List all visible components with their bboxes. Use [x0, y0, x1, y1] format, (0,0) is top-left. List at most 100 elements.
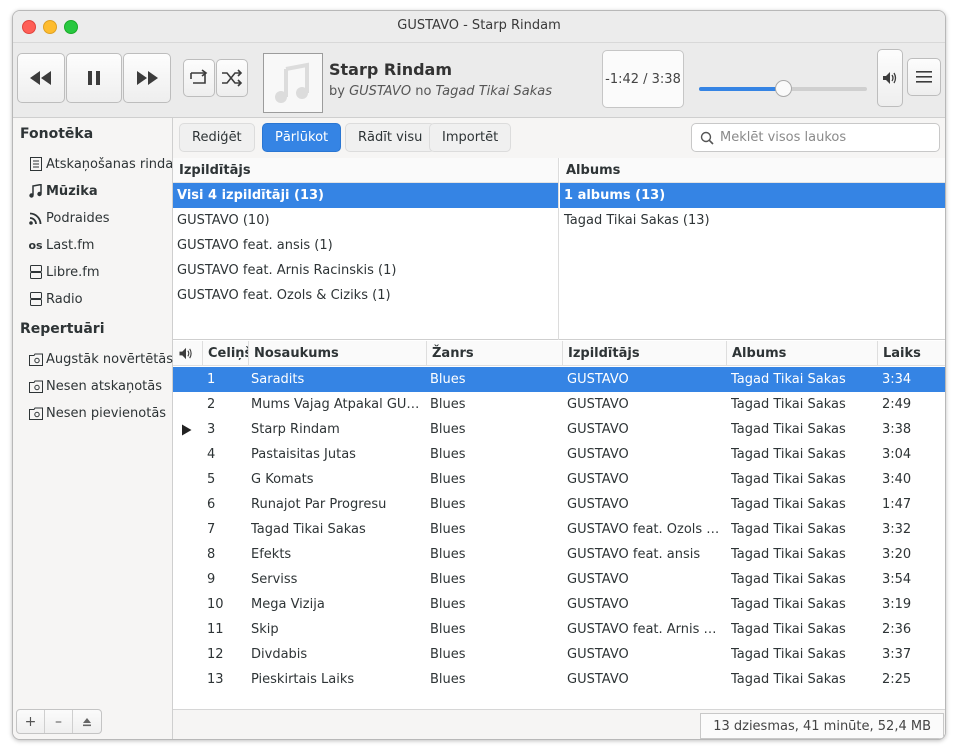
- sidebar-item-recently-played[interactable]: Nesen atskaņotās: [27, 375, 162, 397]
- add-icon[interactable]: +: [17, 710, 45, 733]
- album-browser-row[interactable]: 1 albums (13): [560, 183, 945, 208]
- album-column-header[interactable]: Albums: [727, 341, 878, 366]
- artist-cell: GUSTAVO feat. Arnis Racinskis: [567, 617, 725, 642]
- track-row[interactable]: 1 Saradits Blues GUSTAVO Tagad Tikai Sakas 3:…: [173, 367, 945, 392]
- artist-cell: GUSTAVO: [567, 567, 725, 592]
- track-number-cell-text: 11: [207, 622, 224, 637]
- volume-button[interactable]: [877, 49, 903, 107]
- length-cell: 3:20: [882, 542, 942, 567]
- artist-cell: GUSTAVO: [567, 492, 725, 517]
- time-display[interactable]: -1:42 / 3:38: [602, 50, 684, 108]
- length-cell-text: 3:34: [882, 372, 912, 387]
- track-number-cell: 7: [207, 517, 247, 542]
- seek-slider[interactable]: [699, 80, 867, 97]
- sidebar-item-recently-added[interactable]: Nesen pievienotās: [27, 402, 166, 424]
- track-number-column-header[interactable]: Celiņš: [203, 341, 249, 366]
- artist-column-header[interactable]: Izpildītājs: [563, 341, 727, 366]
- title-cell: Starp Rindam: [251, 417, 423, 442]
- playing-column-header[interactable]: [173, 341, 203, 366]
- repeat-button[interactable]: [183, 59, 215, 97]
- artist-browser-row[interactable]: GUSTAVO feat. ansis (1): [173, 233, 558, 258]
- track-number-cell-text: 3: [207, 422, 216, 437]
- length-cell-text: 3:37: [882, 647, 912, 662]
- search-input[interactable]: [720, 130, 920, 145]
- album-cell-text: Tagad Tikai Sakas: [731, 472, 846, 487]
- tab-browse[interactable]: Pārlūkot: [262, 123, 342, 152]
- sidebar-item-music[interactable]: Mūzika: [27, 180, 98, 202]
- remove-icon[interactable]: –: [45, 710, 73, 733]
- genre-cell-text: Blues: [430, 372, 466, 387]
- artist-cell-text: GUSTAVO: [567, 597, 629, 612]
- now-playing-indicator-icon: [181, 417, 197, 442]
- album-cell: Tagad Tikai Sakas: [731, 367, 876, 392]
- sidebar-item-librefm[interactable]: Libre.fm: [27, 261, 100, 283]
- track-row[interactable]: 2 Mums Vajag Atpakal GUSTAVO Blues GUSTAVO T…: [173, 392, 945, 417]
- track-row[interactable]: 10 Mega Vizija Blues GUSTAVO Tagad Tikai Sak…: [173, 592, 945, 617]
- genre-cell-text: Blues: [430, 497, 466, 512]
- artist-browser-row[interactable]: GUSTAVO feat. Arnis Racinskis (1): [173, 258, 558, 283]
- sidebar-item-podcasts[interactable]: Podraides: [27, 207, 110, 229]
- radio-icon: [27, 292, 44, 306]
- artist-browser-row[interactable]: GUSTAVO feat. Ozols & Ciziks (1): [173, 283, 558, 308]
- seek-slider-handle[interactable]: [775, 80, 792, 97]
- artist-cell-text: GUSTAVO: [567, 647, 629, 662]
- sidebar-item-radio[interactable]: Radio: [27, 288, 83, 310]
- genre-cell-text: Blues: [430, 472, 466, 487]
- sidebar-item-lastfm[interactable]: os Last.fm: [27, 234, 94, 256]
- artist-browser-row[interactable]: GUSTAVO (10): [173, 208, 558, 233]
- sidebar-item-queue[interactable]: Atskaņošanas rinda: [27, 153, 173, 175]
- album-cell-text: Tagad Tikai Sakas: [731, 397, 846, 412]
- track-row[interactable]: 3 Starp Rindam Blues GUSTAVO Tagad Tikai Sak…: [173, 417, 945, 442]
- artist-cell: GUSTAVO: [567, 392, 725, 417]
- track-row[interactable]: 5 G Komats Blues GUSTAVO Tagad Tikai Sakas 3:…: [173, 467, 945, 492]
- track-number-cell: 9: [207, 567, 247, 592]
- genre-cell: Blues: [430, 542, 560, 567]
- eject-icon[interactable]: [73, 710, 101, 733]
- artist-browser-pane: Izpildītājs Visi 4 izpildītāji (13) GUSTA…: [173, 158, 559, 340]
- artist-column-header[interactable]: Izpildītājs: [173, 158, 558, 183]
- genre-column-header[interactable]: Žanrs: [427, 341, 563, 366]
- track-row[interactable]: 12 Divdabis Blues GUSTAVO Tagad Tikai Sakas 3…: [173, 642, 945, 667]
- album-cover[interactable]: [263, 53, 323, 113]
- track-row[interactable]: 6 Runajot Par Progresu Blues GUSTAVO Tagad T…: [173, 492, 945, 517]
- pause-button[interactable]: [66, 53, 122, 103]
- track-row[interactable]: 4 Pastaisitas Jutas Blues GUSTAVO Tagad Tika…: [173, 442, 945, 467]
- length-column-header[interactable]: Laiks: [878, 341, 945, 366]
- album-cell: Tagad Tikai Sakas: [731, 467, 876, 492]
- titlebar: GUSTAVO - Starp Rindam: [13, 11, 945, 43]
- title-cell-text: Mega Vizija: [251, 597, 325, 612]
- tab-import[interactable]: Importēt: [429, 123, 512, 152]
- tab-edit[interactable]: Rediģēt: [179, 123, 255, 152]
- track-number-cell: 12: [207, 642, 247, 667]
- player-toolbar: Starp Rindam by GUSTAVO no Tagad Tikai S…: [13, 43, 945, 118]
- album-cell: Tagad Tikai Sakas: [731, 417, 876, 442]
- track-row[interactable]: 11 Skip Blues GUSTAVO feat. Arnis Racinskis…: [173, 617, 945, 642]
- previous-button[interactable]: [17, 53, 65, 103]
- title-cell-text: Saradits: [251, 372, 305, 387]
- track-row[interactable]: 9 Serviss Blues GUSTAVO Tagad Tikai Sakas 3:5…: [173, 567, 945, 592]
- album-cell: Tagad Tikai Sakas: [731, 667, 876, 692]
- search-field[interactable]: [691, 123, 940, 152]
- album-column-header[interactable]: Albums: [560, 158, 945, 183]
- album-cell-text: Tagad Tikai Sakas: [731, 372, 846, 387]
- track-row[interactable]: 8 Efekts Blues GUSTAVO feat. ansis Tagad Tik…: [173, 542, 945, 567]
- title-cell: Pieskirtais Laiks: [251, 667, 423, 692]
- track-row[interactable]: 13 Pieskirtais Laiks Blues GUSTAVO Tagad Tik…: [173, 667, 945, 692]
- album-cell: Tagad Tikai Sakas: [731, 517, 876, 542]
- music-note-icon: [27, 184, 44, 198]
- album-browser-row[interactable]: Tagad Tikai Sakas (13): [560, 208, 945, 233]
- next-icon: [137, 71, 158, 85]
- artist-browser-row[interactable]: Visi 4 izpildītāji (13): [173, 183, 558, 208]
- pause-icon: [88, 71, 100, 85]
- track-row[interactable]: 7 Tagad Tikai Sakas Blues GUSTAVO feat. Ozo…: [173, 517, 945, 542]
- sidebar-item-top-rated[interactable]: Augstāk novērtētās: [27, 348, 173, 370]
- title-column-header[interactable]: Nosaukums: [249, 341, 427, 366]
- title-cell: Skip: [251, 617, 423, 642]
- tab-show-all[interactable]: Rādīt visu: [345, 123, 436, 152]
- artist-cell-text: GUSTAVO feat. Arnis Racinskis: [567, 622, 725, 637]
- next-button[interactable]: [123, 53, 171, 103]
- album-cell-text: Tagad Tikai Sakas: [731, 572, 846, 587]
- length-cell: 2:36: [882, 617, 942, 642]
- main-menu-button[interactable]: [907, 58, 941, 96]
- shuffle-button[interactable]: [216, 59, 248, 97]
